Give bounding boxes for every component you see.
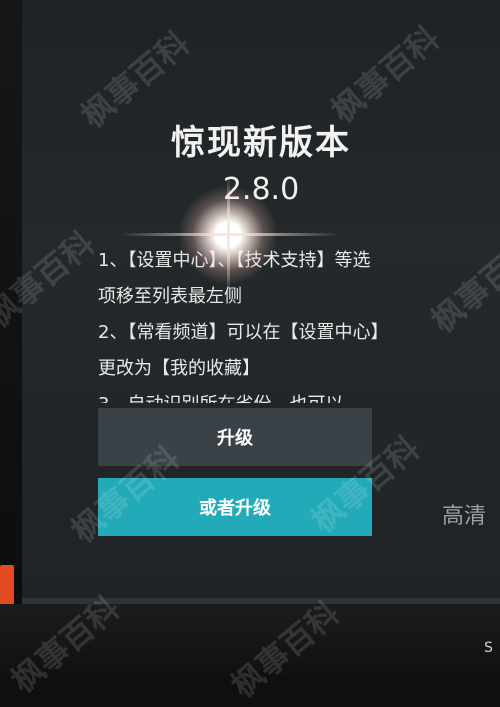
glare-ray-horizontal: [120, 233, 340, 236]
background-hd-text: 高清: [442, 504, 487, 529]
brand-mark: S: [484, 640, 493, 656]
tv-stand: [0, 604, 500, 675]
orange-object: [0, 565, 14, 605]
glare-ray-vertical: [227, 175, 230, 295]
or-upgrade-button[interactable]: 或者升级: [98, 478, 372, 536]
update-dialog-title: 惊现新版本: [171, 123, 351, 163]
upgrade-button[interactable]: 升级: [98, 408, 372, 466]
release-note-3: 3、自动识别所在省份，也可以: [98, 387, 383, 403]
release-note-2: 2、【常看频道】可以在【设置中心】更改为【我的收藏】: [98, 322, 380, 379]
